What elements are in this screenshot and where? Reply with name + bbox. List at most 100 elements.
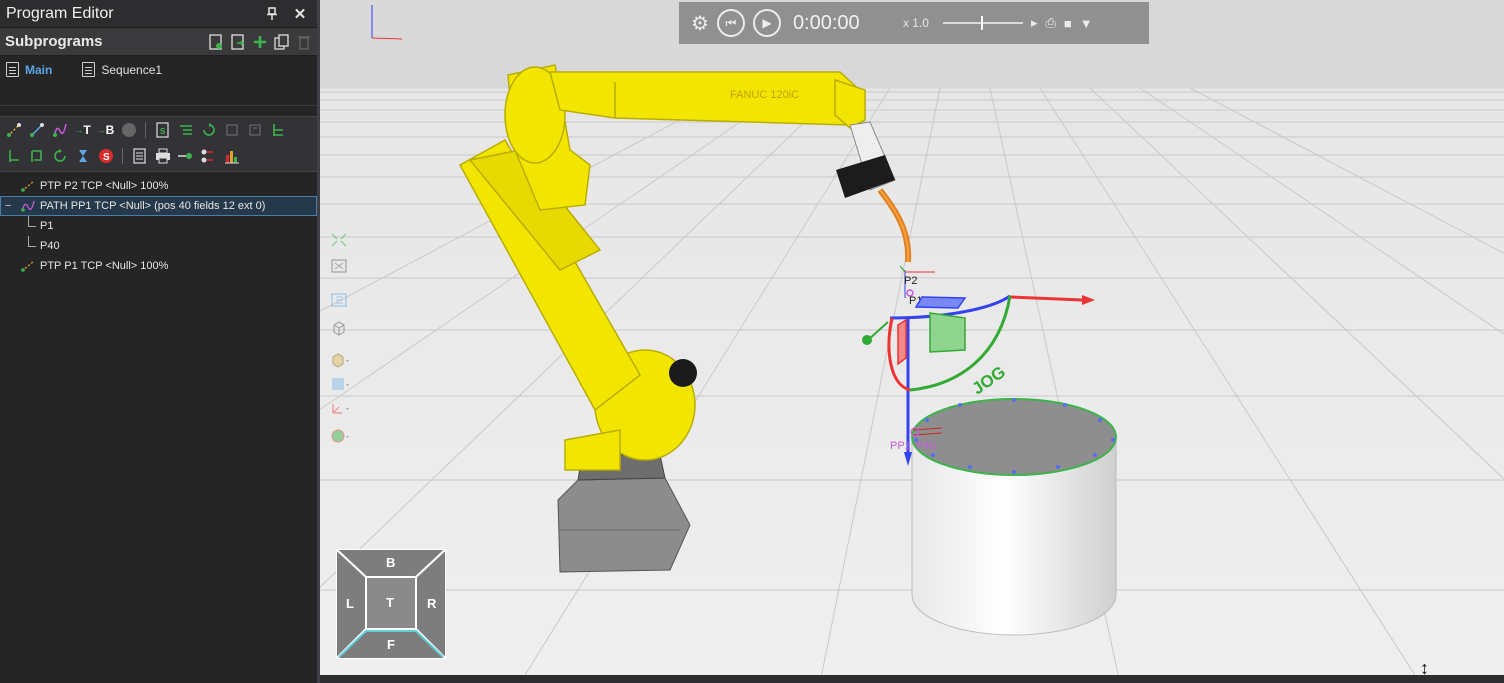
copy-icon[interactable] bbox=[273, 33, 291, 51]
tool-t-label: T bbox=[83, 123, 91, 137]
io-in-icon[interactable] bbox=[199, 147, 218, 166]
document-icon[interactable] bbox=[130, 147, 149, 166]
statement-icon[interactable] bbox=[176, 121, 195, 140]
branch-icon[interactable] bbox=[268, 121, 287, 140]
tool-b-label: B bbox=[105, 123, 115, 137]
tab-sequence1[interactable]: Sequence1 bbox=[82, 62, 162, 77]
filter-icon[interactable]: ▼ bbox=[1080, 16, 1093, 31]
point-label-p2: P2 bbox=[904, 275, 917, 287]
close-icon[interactable]: ✕ bbox=[289, 3, 311, 25]
disabled-icon-b[interactable] bbox=[245, 121, 264, 140]
tool-b-button[interactable]: → B bbox=[96, 121, 115, 140]
toolbar-separator bbox=[122, 148, 123, 164]
view-back[interactable]: B bbox=[386, 555, 395, 570]
subprograms-header: Subprograms bbox=[0, 28, 317, 56]
tree-item-label: PTP P1 TCP <Null> 100% bbox=[40, 260, 169, 272]
ptp-icon bbox=[20, 259, 36, 273]
gear-icon[interactable]: ⚙ bbox=[691, 11, 709, 36]
ptp-icon[interactable] bbox=[4, 121, 23, 140]
path-icon bbox=[20, 199, 36, 213]
cube-view-icon[interactable] bbox=[330, 320, 350, 338]
add-icon[interactable] bbox=[251, 33, 269, 51]
program-editor-panel: Program Editor ✕ Subprograms Main Sequen… bbox=[0, 0, 317, 683]
tree-item-path-pp1[interactable]: − PATH PP1 TCP <Null> (pos 40 fields 12 … bbox=[0, 196, 317, 216]
tool-t-button[interactable]: → T bbox=[73, 121, 92, 140]
tree-connector bbox=[28, 236, 29, 246]
tree-item-label: P1 bbox=[40, 220, 54, 232]
path-icon[interactable] bbox=[50, 121, 69, 140]
hourglass-icon[interactable] bbox=[73, 147, 92, 166]
subprogram-call-icon[interactable]: S bbox=[153, 121, 172, 140]
tree-item-p40[interactable]: P40 bbox=[0, 236, 317, 256]
tree-item-ptp-p2[interactable]: PTP P2 TCP <Null> 100% bbox=[0, 176, 317, 196]
cylinder-workpiece[interactable] bbox=[911, 398, 1117, 636]
while-icon[interactable] bbox=[27, 147, 46, 166]
robot-arm[interactable] bbox=[458, 64, 866, 471]
toolbar-separator bbox=[145, 122, 146, 138]
s-icon[interactable]: S bbox=[96, 147, 115, 166]
delete-icon[interactable] bbox=[295, 33, 313, 51]
world-axes bbox=[371, 5, 403, 40]
toolbar-row-2: S bbox=[0, 143, 317, 169]
shading-dropdown-icon[interactable] bbox=[330, 352, 350, 370]
video-icon[interactable]: ■ bbox=[1064, 16, 1072, 31]
disabled-icon-a[interactable] bbox=[222, 121, 241, 140]
scene-canvas[interactable]: FANUC 120iC P2 P1 JOG PP1 P40 bbox=[320, 0, 1504, 683]
program-tabs: Main Sequence1 bbox=[0, 56, 317, 106]
rewind-button[interactable]: ⏮ bbox=[716, 9, 745, 37]
ptp-icon bbox=[20, 179, 36, 193]
slider-knob[interactable] bbox=[980, 16, 983, 30]
tree-connector bbox=[28, 226, 36, 227]
playback-speed[interactable]: x 1.0 bbox=[903, 16, 929, 30]
view-front[interactable]: F bbox=[387, 637, 395, 652]
jog-label: JOG bbox=[969, 362, 1009, 398]
zoom-extents-icon[interactable] bbox=[330, 258, 350, 276]
zoom-fit-icon[interactable] bbox=[330, 232, 350, 250]
new-subprogram-icon[interactable] bbox=[207, 33, 225, 51]
view-top[interactable]: T bbox=[386, 595, 394, 610]
import-subprogram-icon[interactable] bbox=[229, 33, 247, 51]
stop-circle-icon[interactable] bbox=[119, 121, 138, 140]
refresh-icon[interactable] bbox=[50, 147, 69, 166]
tree-item-p1[interactable]: P1 bbox=[0, 216, 317, 236]
tab-sequence1-label: Sequence1 bbox=[101, 62, 163, 77]
play-button[interactable]: ▶ bbox=[752, 9, 781, 37]
view-left[interactable]: L bbox=[346, 596, 354, 611]
tree-connector bbox=[28, 246, 36, 247]
axes-dropdown-icon[interactable] bbox=[330, 400, 350, 418]
subprograms-label: Subprograms bbox=[5, 33, 103, 50]
collapse-toggle[interactable]: − bbox=[5, 200, 15, 212]
bar-chart-icon[interactable] bbox=[222, 147, 241, 166]
loop-icon[interactable] bbox=[199, 121, 218, 140]
statement-toolbar: → T → B S S bbox=[0, 116, 317, 172]
panel-title: Program Editor bbox=[6, 4, 114, 22]
tab-main-label: Main bbox=[25, 62, 53, 77]
viewport-bottom-border bbox=[320, 675, 1504, 683]
print-icon[interactable] bbox=[153, 147, 172, 166]
view-layout-icon[interactable] bbox=[330, 292, 350, 310]
panel-title-bar: Program Editor ✕ bbox=[0, 0, 317, 28]
tree-item-ptp-p1[interactable]: PTP P1 TCP <Null> 100% bbox=[0, 256, 317, 276]
toolbar-row-1: → T → B S bbox=[0, 117, 317, 143]
tree-item-label: P40 bbox=[40, 240, 60, 252]
robot-base[interactable] bbox=[557, 454, 691, 573]
tree-connector bbox=[28, 216, 29, 226]
view-cube[interactable]: B L T R F bbox=[333, 546, 449, 662]
pdf-icon[interactable]: ⎙ bbox=[1045, 15, 1055, 31]
if-icon[interactable] bbox=[4, 147, 23, 166]
playback-time: 0:00:00 bbox=[792, 11, 860, 34]
render-dropdown-icon[interactable] bbox=[330, 428, 350, 446]
svg-text:S: S bbox=[160, 127, 166, 136]
document-icon bbox=[82, 62, 96, 77]
3d-viewport[interactable]: FANUC 120iC P2 P1 JOG PP1 P40 ⚙ ⏮ ▶ 0:00… bbox=[320, 0, 1504, 683]
view-right[interactable]: R bbox=[427, 596, 436, 611]
playback-bar: ⚙ ⏮ ▶ 0:00:00 x 1.0 ▸ ⎙ ■ ▼ bbox=[679, 2, 1149, 44]
step-icon[interactable]: ▸ bbox=[1031, 15, 1038, 31]
coordinate-dropdown-icon[interactable] bbox=[330, 376, 350, 394]
speed-slider[interactable] bbox=[942, 16, 1023, 30]
tab-main[interactable]: Main bbox=[6, 62, 52, 77]
welding-torch[interactable] bbox=[836, 121, 912, 263]
lin-icon[interactable] bbox=[27, 121, 46, 140]
pin-icon[interactable] bbox=[261, 3, 283, 25]
io-out-icon[interactable] bbox=[176, 147, 195, 166]
